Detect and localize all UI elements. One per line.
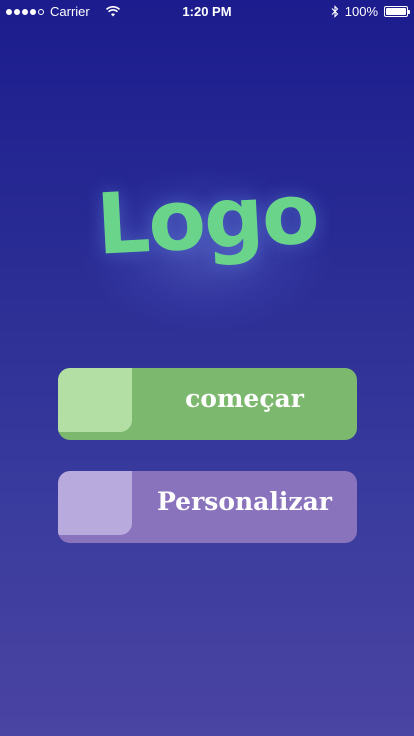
customize-button-label: Personalizar bbox=[157, 486, 332, 516]
app-logo: Logo bbox=[94, 164, 320, 274]
start-button-swatch bbox=[58, 368, 132, 432]
battery-fill bbox=[386, 8, 406, 15]
customize-button[interactable]: Personalizar bbox=[58, 471, 357, 543]
status-bar: Carrier 1:20 PM 100% bbox=[0, 0, 414, 24]
battery-icon bbox=[384, 6, 410, 17]
bluetooth-icon bbox=[331, 5, 339, 18]
battery-percent: 100% bbox=[344, 4, 378, 19]
status-right: 100% bbox=[331, 4, 410, 19]
start-button[interactable]: começar bbox=[58, 368, 357, 440]
customize-button-swatch bbox=[58, 471, 132, 535]
start-button-label: começar bbox=[185, 383, 304, 413]
